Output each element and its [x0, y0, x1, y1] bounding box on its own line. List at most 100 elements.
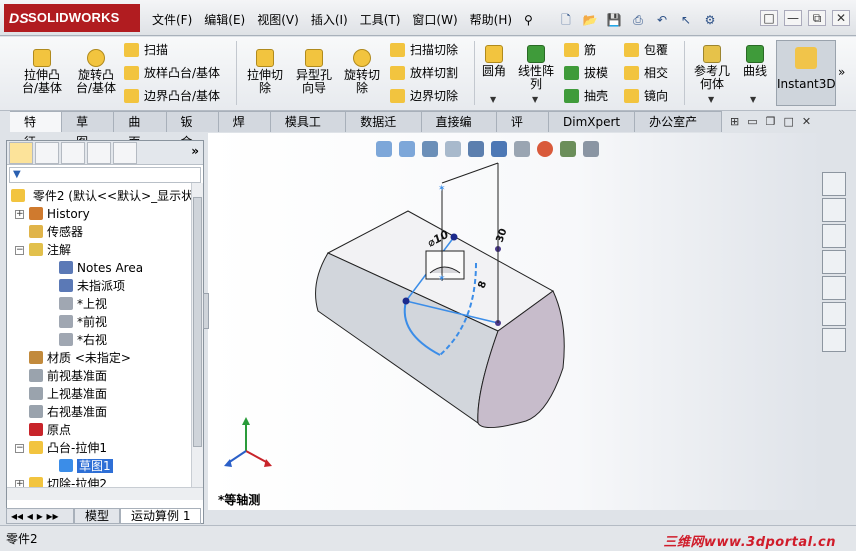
boundary-cut-button[interactable]: 边界切除	[388, 86, 458, 106]
fillet-dropdown-icon[interactable]: ▼	[490, 95, 496, 104]
property-manager-icon[interactable]	[35, 141, 59, 164]
restore-icon[interactable]: □	[760, 10, 778, 26]
vertical-dimension[interactable]: 30	[494, 227, 509, 244]
mirror-button[interactable]: 镜向	[622, 86, 668, 106]
scroll-tabs-control[interactable]: ◂◂ ◂ ▸ ▸▸	[6, 508, 74, 524]
tree-item[interactable]: 前视基准面	[29, 367, 107, 385]
tree-item[interactable]: 凸台-拉伸1	[29, 439, 107, 457]
tab-5[interactable]: 模具工具	[270, 111, 347, 149]
tree-root[interactable]: 零件2 (默认<<默认>_显示状	[11, 187, 193, 205]
tab-4[interactable]: 焊件	[218, 111, 271, 149]
resources-icon[interactable]	[822, 172, 846, 196]
menu-insert[interactable]: 插入(I)	[305, 10, 354, 30]
tree-item[interactable]: Notes Area	[59, 259, 143, 277]
tab-1[interactable]: 草图	[62, 111, 115, 149]
fillet-button[interactable]: 圆角	[478, 45, 510, 78]
tab-10[interactable]: 办公室产品	[635, 111, 723, 149]
tree-item[interactable]: 草图1	[59, 457, 113, 475]
tab-2[interactable]: 曲面	[114, 111, 167, 149]
sketch-point[interactable]	[450, 233, 458, 241]
tree-item[interactable]: 注解	[29, 241, 71, 259]
intersect-button[interactable]: 相交	[622, 63, 668, 83]
file-explorer-icon[interactable]	[822, 250, 846, 274]
extruded-boss-button[interactable]: 拉伸凸 台/基体	[14, 49, 70, 95]
rebuild-icon[interactable]: ⚙	[699, 10, 721, 30]
new-icon[interactable]: 🗋	[555, 10, 577, 30]
menu-view[interactable]: 视图(V)	[251, 10, 305, 30]
expand-icon[interactable]: +	[15, 480, 24, 487]
curves-dropdown-icon[interactable]: ▼	[750, 95, 756, 104]
save-icon[interactable]: 💾	[603, 10, 625, 30]
pattern-dropdown-icon[interactable]: ▼	[532, 95, 538, 104]
tree-vertical-scrollbar[interactable]	[191, 183, 203, 487]
maximize-view-icon[interactable]: □	[784, 115, 794, 128]
menu-edit[interactable]: 编辑(E)	[198, 10, 251, 30]
reference-geometry-button[interactable]: 参考几 何体	[688, 45, 736, 91]
close-icon[interactable]: ✕	[832, 10, 850, 26]
menu-window[interactable]: 窗口(W)	[406, 10, 463, 30]
tree-item[interactable]: 传感器	[29, 223, 83, 241]
hole-wizard-button[interactable]: 异型孔 向导	[290, 49, 338, 95]
tab-6[interactable]: 数据迁移	[346, 111, 422, 149]
sweep-button[interactable]: 扫描	[122, 40, 168, 60]
dimxpert-manager-icon[interactable]	[87, 141, 111, 164]
linear-pattern-button[interactable]: 线性阵 列	[512, 45, 560, 91]
tree-item[interactable]: History	[29, 205, 90, 223]
view-palette-icon[interactable]	[822, 276, 846, 300]
tree-horizontal-scrollbar[interactable]	[7, 487, 203, 500]
expand-icon[interactable]: +	[15, 210, 24, 219]
draft-button[interactable]: 拔模	[562, 63, 608, 83]
print-icon[interactable]: ⎙	[627, 10, 649, 30]
revolved-cut-button[interactable]: 旋转切 除	[338, 49, 386, 95]
collapse-icon[interactable]: −	[15, 444, 24, 453]
boundary-boss-button[interactable]: 边界凸台/基体	[122, 86, 220, 106]
appearances-icon[interactable]	[822, 302, 846, 326]
tree-filter[interactable]: ▼	[9, 167, 201, 183]
rib-button[interactable]: 筋	[562, 40, 596, 60]
collapse-icon[interactable]: −	[15, 246, 24, 255]
tree-item[interactable]: *上视	[59, 295, 107, 313]
ribbon-more-icon[interactable]: »	[838, 65, 845, 79]
tree-item[interactable]: *右视	[59, 331, 107, 349]
close-view-icon[interactable]: ✕	[802, 115, 811, 128]
tree-item[interactable]: 材质 <未指定>	[29, 349, 131, 367]
tree-item[interactable]: 右视基准面	[29, 403, 107, 421]
tab-motion-study[interactable]: 运动算例 1	[120, 508, 202, 524]
sketch-point[interactable]	[402, 297, 410, 305]
tab-0[interactable]: 特征	[10, 111, 63, 149]
extruded-cut-button[interactable]: 拉伸切 除	[240, 49, 290, 95]
tree-item[interactable]: 未指派项	[59, 277, 125, 295]
tree-item[interactable]: 上视基准面	[29, 385, 107, 403]
tab-model[interactable]: 模型	[74, 508, 121, 524]
library-icon[interactable]	[822, 224, 846, 248]
tree-item[interactable]: *前视	[59, 313, 107, 331]
tile-icon[interactable]: ⊞	[730, 115, 739, 128]
tree-item[interactable]: 原点	[29, 421, 71, 439]
more-tabs-icon[interactable]: »	[191, 144, 199, 158]
home-icon[interactable]	[822, 198, 846, 222]
custom-properties-icon[interactable]	[822, 328, 846, 352]
tab-3[interactable]: 钣金	[166, 111, 219, 149]
tab-7[interactable]: 直接编辑	[421, 111, 497, 149]
panel-splitter[interactable]	[203, 293, 209, 329]
tree-item[interactable]: 切除-拉伸2	[29, 475, 107, 487]
scrollbar-thumb[interactable]	[193, 197, 202, 447]
loft-button[interactable]: 放样凸台/基体	[122, 63, 220, 83]
open-icon[interactable]: 📂	[579, 10, 601, 30]
maximize-icon[interactable]: ⧉	[808, 10, 826, 26]
instant3d-button[interactable]: Instant3D	[776, 40, 836, 106]
wrap-button[interactable]: 包覆	[622, 40, 668, 60]
menu-file[interactable]: 文件(F)	[146, 10, 198, 30]
solidworks-logo[interactable]: DS SOLIDWORKS	[4, 4, 140, 32]
curves-button[interactable]: 曲线	[738, 45, 772, 78]
restore-view-icon[interactable]: ❐	[766, 115, 776, 128]
tab-9[interactable]: DimXpert	[549, 111, 636, 132]
select-icon[interactable]: ↖	[675, 10, 697, 30]
reference-dropdown-icon[interactable]: ▼	[708, 95, 714, 104]
display-manager-icon[interactable]	[113, 141, 137, 164]
split-icon[interactable]: ▭	[747, 115, 757, 128]
feature-manager-icon[interactable]	[9, 141, 33, 164]
menu-help[interactable]: 帮助(H)	[464, 10, 518, 30]
revolved-boss-button[interactable]: 旋转凸 台/基体	[68, 49, 124, 95]
graphics-area[interactable]: ✶ ✶ ⌀10 30 8 *等轴测	[208, 133, 820, 510]
